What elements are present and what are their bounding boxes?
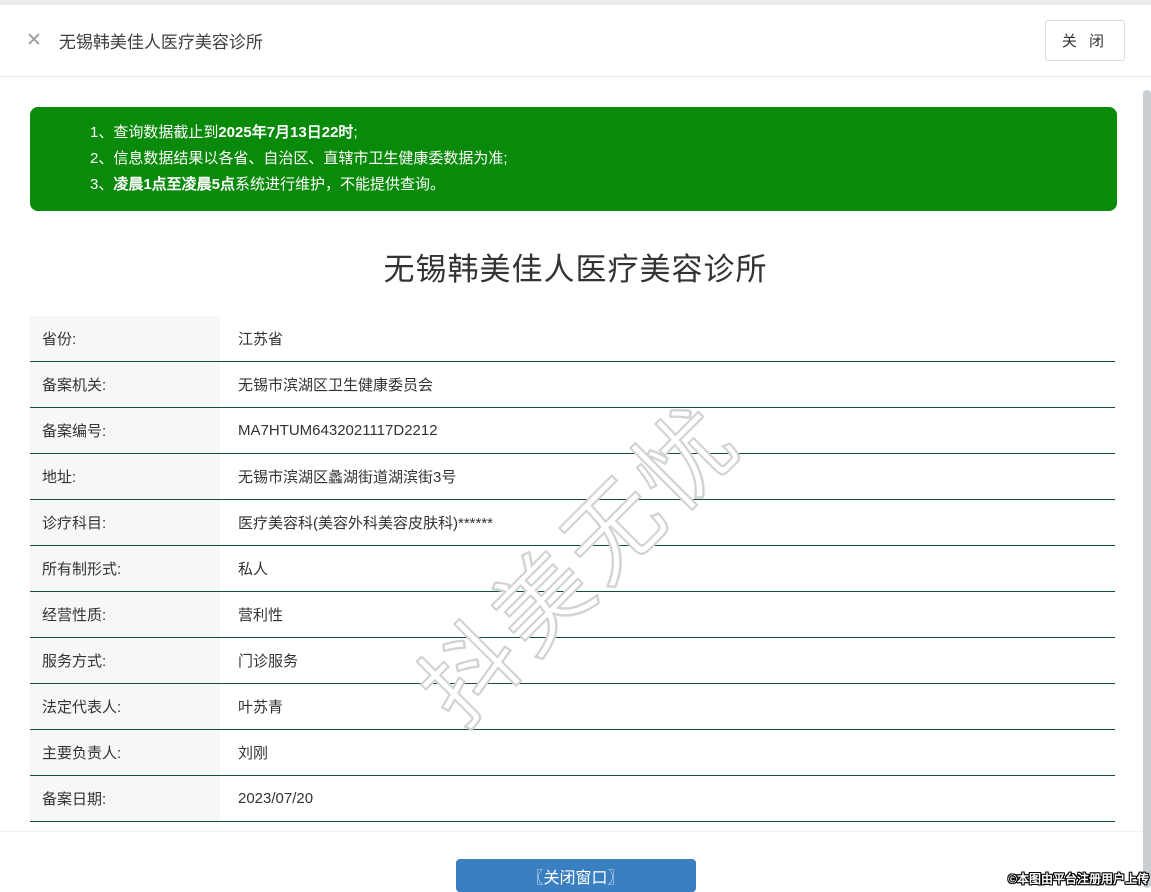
row-value: 叶苏青: [238, 699, 284, 716]
row-label: 备案机关:: [30, 362, 220, 407]
row-value: 门诊服务: [238, 653, 299, 670]
row-label: 主要负责人:: [30, 730, 220, 775]
page-title: 无锡韩美佳人医疗美容诊所: [383, 252, 768, 287]
row-value: 无锡市滨湖区蠡湖街道湖滨街3号: [238, 469, 457, 486]
row-value: 私人: [238, 561, 269, 578]
row-label: 所有制形式:: [30, 546, 220, 591]
footer-button-row: 〖关闭窗口〗: [0, 859, 1151, 892]
notice-line-1: 1、查询数据截止到2025年7月13日22时;: [90, 120, 1097, 146]
row-label: 省份:: [30, 316, 220, 361]
notice-box: 1、查询数据截止到2025年7月13日22时; 2、信息数据结果以各省、自治区、…: [30, 107, 1117, 211]
row-value: 江苏省: [238, 331, 284, 348]
table-row: 地址: 无锡市滨湖区蠡湖街道湖滨街3号: [30, 454, 1115, 500]
row-label: 地址:: [30, 454, 220, 499]
notice-line-3: 3、凌晨1点至凌晨5点系统进行维护，不能提供查询。: [90, 172, 1097, 198]
row-value: 营利性: [238, 607, 284, 624]
copyright-note: ©本图由平台注册用户上传: [1008, 872, 1149, 886]
row-value: 刘刚: [238, 745, 269, 762]
table-row: 服务方式: 门诊服务: [30, 638, 1115, 684]
info-table: 省份: 江苏省 备案机关: 无锡市滨湖区卫生健康委员会 备案编号: MA7HTU…: [30, 316, 1115, 822]
close-window-button[interactable]: 〖关闭窗口〗: [455, 859, 696, 892]
row-label: 法定代表人:: [30, 684, 220, 729]
table-row: 备案编号: MA7HTUM6432021117D2212: [30, 408, 1115, 454]
section-divider: [0, 831, 1151, 832]
row-value: 2023/07/20: [238, 790, 314, 807]
close-button[interactable]: 关 闭: [1044, 20, 1125, 61]
table-row: 经营性质: 营利性: [30, 592, 1115, 638]
notice-line-1-bold: 2025年7月13日22时: [218, 124, 354, 141]
header-title: 无锡韩美佳人医疗美容诊所: [58, 33, 263, 52]
row-value: MA7HTUM6432021117D2212: [238, 422, 438, 439]
row-label: 经营性质:: [30, 592, 220, 637]
close-icon[interactable]: ✕: [26, 31, 42, 50]
row-value: 医疗美容科(美容外科美容皮肤科)******: [238, 515, 494, 532]
table-row: 诊疗科目: 医疗美容科(美容外科美容皮肤科)******: [30, 500, 1115, 546]
row-label: 服务方式:: [30, 638, 220, 683]
content-area: 1、查询数据截止到2025年7月13日22时; 2、信息数据结果以各省、自治区、…: [0, 107, 1151, 892]
table-row: 法定代表人: 叶苏青: [30, 684, 1115, 730]
table-row: 备案机关: 无锡市滨湖区卫生健康委员会: [30, 362, 1115, 408]
notice-line-2-text: 2、信息数据结果以各省、自治区、直辖市卫生健康委数据为准;: [90, 150, 508, 167]
table-row: 省份: 江苏省: [30, 316, 1115, 362]
row-label: 备案编号:: [30, 408, 220, 453]
notice-line-1-text: 1、查询数据截止到: [90, 124, 219, 141]
table-row: 所有制形式: 私人: [30, 546, 1115, 592]
table-row: 备案日期: 2023/07/20: [30, 776, 1115, 822]
notice-line-3-bold: 凌晨1点至凌晨5点: [113, 176, 236, 193]
notice-line-3-text: 3、: [90, 176, 114, 193]
row-label: 诊疗科目:: [30, 500, 220, 545]
notice-line-1-suffix: ;: [353, 124, 358, 141]
row-value: 无锡市滨湖区卫生健康委员会: [238, 377, 434, 394]
table-row: 主要负责人: 刘刚: [30, 730, 1115, 776]
row-label: 备案日期:: [30, 776, 220, 821]
notice-line-2: 2、信息数据结果以各省、自治区、直辖市卫生健康委数据为准;: [90, 146, 1097, 172]
header-bar: ✕ 无锡韩美佳人医疗美容诊所 关 闭: [0, 5, 1151, 77]
vertical-scrollbar[interactable]: [1143, 90, 1151, 888]
notice-line-3-suffix: 系统进行维护，不能提供查询。: [235, 176, 446, 193]
